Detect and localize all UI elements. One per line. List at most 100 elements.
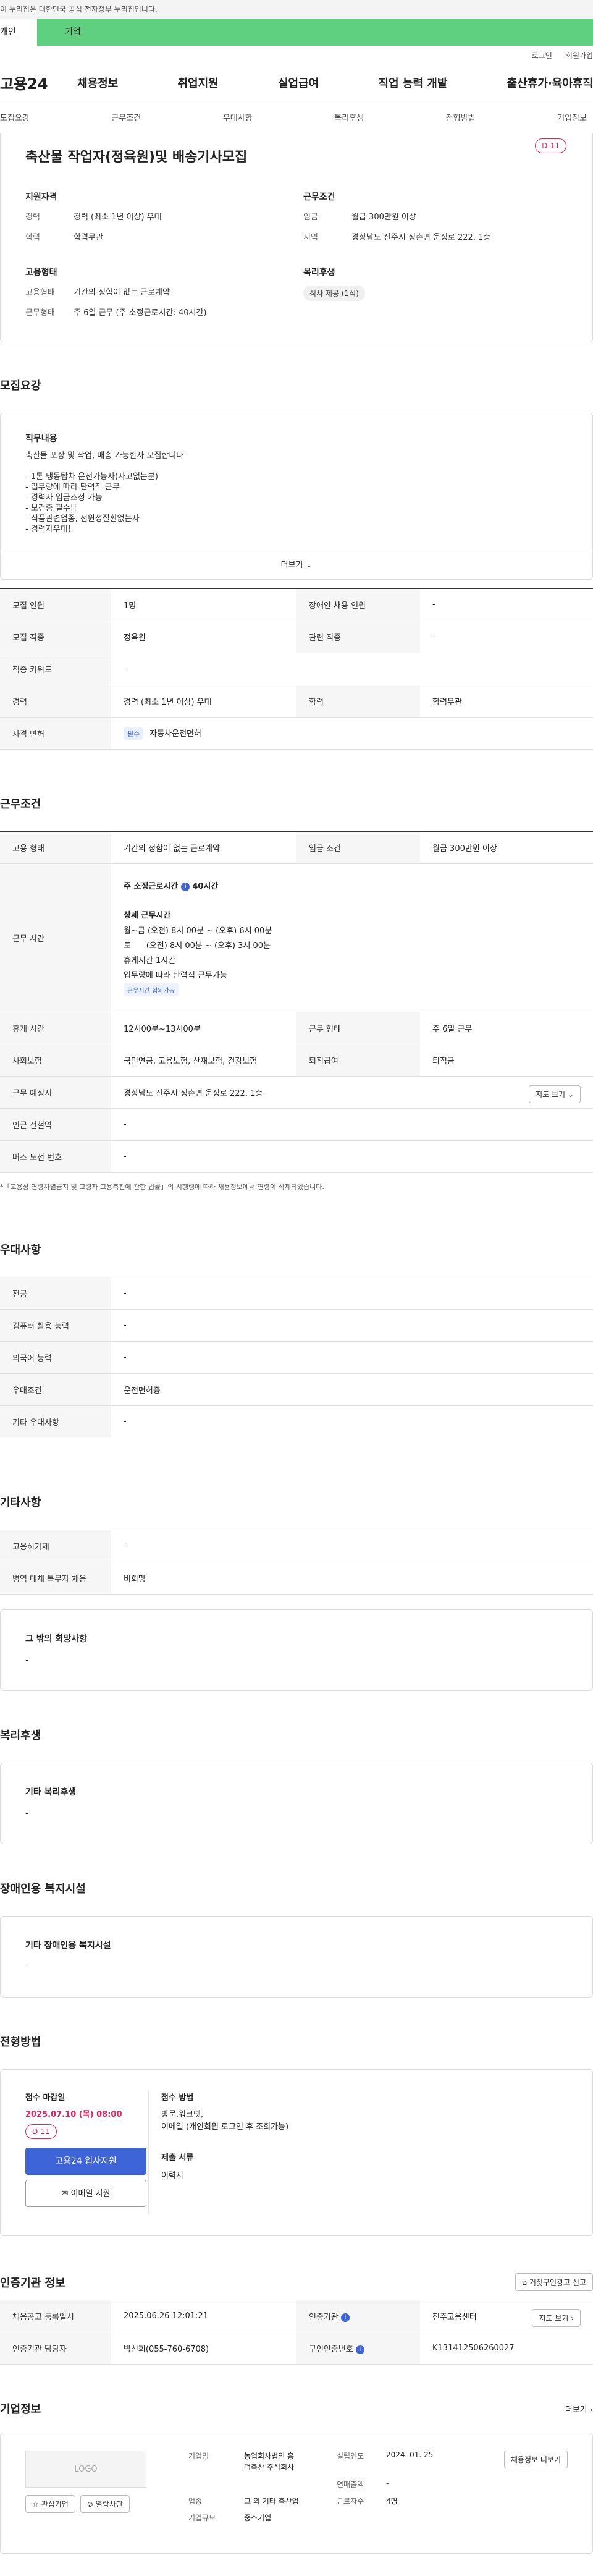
summary-conditions: 근무조건 임금 월급 300만원 이상 지역 경상남도 진주시 정촌면 운정로 22… <box>303 192 491 242</box>
cert-section: 인증기관 정보 ⌂ 거짓구인광고 신고 채용공고 등록일시 2025.06.26 … <box>0 2273 593 2365</box>
summary-welfare: 복리후생 식사 제공 (1식) <box>303 266 568 326</box>
gnb-item-training[interactable]: 직업 능력 개발 <box>379 75 448 91</box>
company-logo-placeholder: LOGO <box>25 2451 146 2488</box>
selection-card: 접수 마감일 2025.07.10 (목) 08:00 D-11 고용24 입사… <box>0 2069 593 2236</box>
info-icon[interactable]: i <box>340 2313 350 2322</box>
selection-section: 전형방법 접수 마감일 2025.07.10 (목) 08:00 D-11 고용… <box>0 2033 593 2236</box>
duty-line: - 경력자 임금조정 가능 <box>25 493 103 502</box>
hours-line: 토 (오전) 8시 00분 ~ (오후) 3시 00분 <box>124 941 271 951</box>
summary-qualification: 지원자격 경력 경력 (최소 1년 이상) 우대 학력 학력무관 <box>25 192 162 242</box>
table-row: 고용허가제 - <box>0 1530 593 1562</box>
table-row: 병역 대체 복무자 채용 비희망 <box>0 1562 593 1595</box>
section-title-pref: 우대사항 <box>0 1244 41 1256</box>
duty-line: - 보건증 필수!! <box>25 504 77 513</box>
disabled-card: 기타 장애인용 복지시설 - <box>0 1916 593 1998</box>
section-title-etc: 기타사항 <box>0 1496 41 1509</box>
block-company-button[interactable]: ⊘ 열람차단 <box>80 2495 130 2513</box>
section-title-disabled: 장애인용 복지시설 <box>0 1883 86 1896</box>
cert-table: 채용공고 등록일시 2025.06.26 12:01:21 인증기관 i 진주고용… <box>0 2300 593 2365</box>
apply-button[interactable]: 고용24 입사지원 <box>25 2148 146 2175</box>
table-row: 기타 우대사항 - <box>0 1405 593 1438</box>
duty-line: 축산물 포장 및 작업, 배송 가능한자 모집합니다 <box>25 451 184 460</box>
tab-company[interactable]: 기업 <box>37 19 593 46</box>
duty-text: 축산물 포장 및 작업, 배송 가능한자 모집합니다 - 1톤 냉동탑차 운전가능… <box>25 451 568 535</box>
pref-table: 전공 - 컴퓨터 활용 능력 - 외국어 능력 - 우대조건 운전면허증 기타 우대사항 - <box>0 1277 593 1438</box>
gnb-item-support[interactable]: 취업지원 <box>178 75 219 91</box>
welfare-section: 복리후생 기타 복리후생 - <box>0 1727 593 1844</box>
chevron-right-icon: › <box>571 2314 574 2323</box>
hours-line: 휴게시간 1시간 <box>124 956 176 965</box>
table-row: 모집 직종 정육원 관련 직종 - <box>0 621 593 653</box>
table-row: 휴게 시간 12시00분~13시00분 근무 형태 주 6일 근무 <box>0 1012 593 1044</box>
user-type-tabs: 개인 기업 <box>0 19 593 46</box>
company-card: LOGO ☆ 관심기업 ⊘ 열람차단 기업명 농업회사법인 흥 덕축산 주식회사 … <box>0 2433 593 2554</box>
table-row: 모집 인원 1명 장애인 채용 인원 - <box>0 588 593 621</box>
pref-section: 우대사항 전공 - 컴퓨터 활용 능력 - 외국어 능력 - 우대조건 운전면허증 기타 우대사… <box>0 1241 593 1438</box>
job-summary-card: 축산물 작업자(정육원)및 배송기사모집 D-11 지원자격 경력 경력 (최소 … <box>0 133 593 342</box>
section-title-cert: 인증기관 정보 <box>0 2276 65 2290</box>
required-badge: 필수 <box>124 727 144 740</box>
cert-map-button[interactable]: 지도 보기 › <box>532 2309 581 2327</box>
duty-line: - 1톤 냉동탑차 운전가능자(사고없는분) <box>25 472 158 481</box>
block-icon: ⊘ <box>86 2500 93 2509</box>
age-note: *「고용상 연령차별금지 및 고령자 고용촉진에 관한 법률」의 시행령에 따라… <box>0 1183 324 1191</box>
duty-line: - 업무량에 따라 탄력적 근무 <box>25 483 120 492</box>
table-row: 사회보험 국민연금, 고용보험, 산재보험, 건강보험 퇴직급여 퇴직금 <box>0 1044 593 1077</box>
favorite-company-button[interactable]: ☆ 관심기업 <box>25 2495 75 2513</box>
gnb-item-jobs[interactable]: 채용정보 <box>77 75 118 91</box>
company-section: 기업정보 더보기 › LOGO ☆ 관심기업 ⊘ 열람차단 기업명 농업회사법인… <box>0 2400 593 2554</box>
subnav-company[interactable]: 기업정보 <box>557 111 587 123</box>
company-more-link[interactable]: 더보기 › <box>565 2403 593 2415</box>
table-row: 자격 면허 필수 자동차운전면허 <box>0 717 593 750</box>
chevron-down-icon: ⌄ <box>305 561 313 570</box>
report-button[interactable]: ⌂ 거짓구인광고 신고 <box>515 2273 593 2291</box>
table-row: 버스 노선 번호 - <box>0 1140 593 1173</box>
table-row: 근무 시간 주 소정근로시간 i 40시간 상세 근무시간 월~금 (오전) 8… <box>0 863 593 1012</box>
subnav-work[interactable]: 근무조건 <box>111 111 141 123</box>
map-button[interactable]: 지도 보기 ⌄ <box>529 1085 581 1103</box>
subnav-selection[interactable]: 전형방법 <box>446 111 476 123</box>
chevron-right-icon: › <box>589 2405 593 2415</box>
hours-line: 월~금 (오전) 8시 00분 ~ (오후) 6시 00분 <box>124 926 272 936</box>
section-title-selection: 전형방법 <box>0 2036 41 2049</box>
subnav-pref[interactable]: 우대사항 <box>223 111 253 123</box>
table-row: 컴퓨터 활용 능력 - <box>0 1309 593 1342</box>
subnav-recruit[interactable]: 모집요강 <box>0 111 30 123</box>
table-row: 근무 예정지 경상남도 진주시 정촌면 운정로 222, 1층 지도 보기 ⌄ <box>0 1076 593 1109</box>
mail-icon: ✉ <box>61 2189 69 2198</box>
email-apply-button[interactable]: ✉ 이메일 지원 <box>25 2180 146 2207</box>
more-button[interactable]: 더보기 ⌄ <box>1 551 592 579</box>
deadline-date: 2025.07.10 (목) 08:00 <box>25 2110 122 2119</box>
gnb-item-leave[interactable]: 출산휴가·육아휴직 <box>507 75 593 91</box>
etc-table: 고용허가제 - 병역 대체 복무자 채용 비희망 <box>0 1530 593 1595</box>
subnav-welfare[interactable]: 복리후생 <box>334 111 364 123</box>
section-nav: 모집요강 근무조건 우대사항 복리후생 전형방법 기업정보 <box>0 101 593 133</box>
company-jobs-button[interactable]: 채용정보 더보기 <box>503 2451 568 2468</box>
signup-link[interactable]: 회원가입 <box>566 50 593 61</box>
info-icon[interactable]: i <box>355 2345 364 2354</box>
welfare-card: 기타 복리후생 - <box>0 1763 593 1844</box>
selection-dday-badge: D-11 <box>25 2124 57 2139</box>
duty-line: - 식품관련업종, 전원성질환없는자 <box>25 514 140 523</box>
table-row: 전공 - <box>0 1277 593 1310</box>
recruit-table: 모집 인원 1명 장애인 채용 인원 - 모집 직종 정육원 관련 직종 - 직종 키워드 - 경력… <box>0 588 593 750</box>
tab-personal[interactable]: 개인 <box>0 19 37 46</box>
duty-line <box>25 461 568 472</box>
site-logo[interactable]: 고용24 <box>0 72 77 93</box>
utility-menu: 로그인 회원가입 <box>0 46 593 64</box>
gov-banner: 이 누리집은 대한민국 공식 전자정부 누리집입니다. <box>0 0 593 19</box>
chevron-down-icon: ⌄ <box>567 1090 574 1099</box>
duty-card: 직무내용 축산물 포장 및 작업, 배송 가능한자 모집합니다 - 1톤 냉동탑차… <box>0 413 593 580</box>
table-row: 직종 키워드 - <box>0 653 593 685</box>
etc-section: 기타사항 고용허가제 - 병역 대체 복무자 채용 비희망 그 밖의 희망사항 - <box>0 1494 593 1691</box>
global-nav: 고용24 채용정보 취업지원 실업급여 직업 능력 개발 출산휴가·육아휴직 <box>0 64 593 101</box>
login-link[interactable]: 로그인 <box>532 50 552 61</box>
star-icon: ☆ <box>32 2500 39 2509</box>
gnb-item-benefit[interactable]: 실업급여 <box>278 75 319 91</box>
table-row: 인증기관 담당자 박선희(055-760-6708) 구인인증번호 i K1314… <box>0 2332 593 2365</box>
info-icon[interactable]: i <box>180 882 190 891</box>
work-section: 근무조건 고용 형태 기간의 정함이 없는 근로계약 임금 조건 월급 300만원 … <box>0 795 593 1192</box>
section-title-welfare: 복리후생 <box>0 1729 41 1742</box>
job-title: 축산물 작업자(정육원)및 배송기사모집 <box>25 150 248 165</box>
table-row: 경력 경력 (최소 1년 이상) 우대 학력 학력무관 <box>0 685 593 718</box>
